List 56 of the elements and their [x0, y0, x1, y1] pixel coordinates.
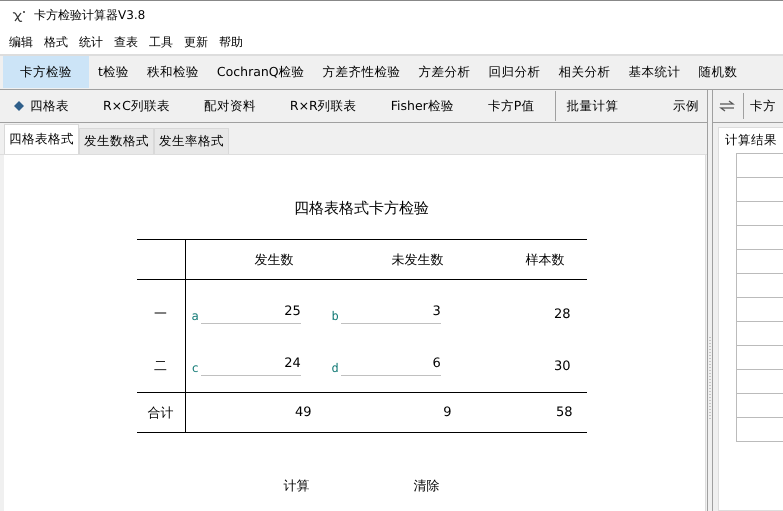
menu-item[interactable]: 更新 — [179, 34, 214, 50]
menu-item[interactable]: 格式 — [39, 34, 74, 50]
results-title: 计算结果 — [724, 131, 778, 149]
sub-tab[interactable]: R×C列联表 — [86, 90, 187, 122]
cell-letter: a — [192, 309, 199, 323]
main-tab[interactable]: 随机数 — [690, 56, 747, 88]
input-field[interactable]: 25 — [200, 304, 301, 324]
column-header: 发生数 — [254, 252, 294, 268]
main-tab[interactable]: 秩和检验 — [138, 56, 208, 88]
column-total: 9 — [443, 405, 452, 420]
cell-letter: d — [332, 361, 339, 375]
menu-item[interactable]: 帮助 — [214, 34, 249, 50]
clear-button[interactable]: 清除 — [402, 475, 452, 497]
format-tab[interactable]: 发生数格式 — [79, 128, 154, 154]
menu-item[interactable]: 统计 — [74, 34, 109, 50]
main-tab[interactable]: 卡方检验 — [3, 56, 89, 88]
main-tab[interactable]: 方差齐性检验 — [314, 56, 410, 88]
column-total: 58 — [556, 405, 572, 420]
window-title: 卡方检验计算器V3.8 — [34, 7, 146, 24]
format-tab[interactable]: 发生率格式 — [154, 128, 229, 154]
main-tab[interactable]: 基本统计 — [620, 56, 690, 88]
row-label: 一 — [154, 306, 167, 323]
example-button[interactable]: 示例 — [667, 90, 707, 122]
chi-square-icon — [12, 8, 26, 22]
diamond-icon — [14, 101, 24, 111]
column-total: 49 — [294, 405, 312, 420]
sub-tab[interactable]: 配对资料 — [186, 90, 273, 122]
column-header: 未发生数 — [392, 252, 444, 268]
cell-letter: b — [332, 309, 339, 323]
column-header: 样本数 — [526, 252, 564, 268]
form-title: 四格表格式卡方检验 — [294, 199, 429, 218]
swap-icon[interactable] — [719, 100, 735, 112]
menu-item[interactable]: 编辑 — [4, 34, 39, 50]
row-total: 30 — [554, 358, 570, 374]
main-tab[interactable]: t检验 — [89, 56, 138, 88]
menu-item[interactable]: 工具 — [144, 34, 179, 50]
row-total: 28 — [554, 306, 570, 322]
input-field[interactable]: 6 — [340, 356, 441, 376]
chi-value-tab[interactable]: 卡方 — [744, 91, 782, 121]
main-tab[interactable]: CochranQ检验 — [208, 56, 314, 88]
sub-tab[interactable]: R×R列联表 — [272, 90, 374, 122]
row-label: 二 — [154, 358, 167, 375]
sub-tab[interactable]: Fisher检验 — [374, 90, 471, 122]
format-tab[interactable]: 四格表格式 — [4, 124, 79, 154]
menu-item[interactable]: 查表 — [109, 34, 144, 50]
batch-button[interactable]: 批量计算 — [560, 90, 624, 122]
main-tab[interactable]: 回归分析 — [480, 56, 550, 88]
main-tab[interactable]: 方差分析 — [410, 56, 480, 88]
total-label: 合计 — [148, 404, 174, 422]
sub-tab[interactable]: 四格表 — [0, 90, 86, 122]
calculate-button[interactable]: 计算 — [272, 475, 322, 497]
sub-tab[interactable]: 卡方P值 — [470, 90, 552, 122]
input-field[interactable]: 3 — [340, 304, 441, 324]
input-field[interactable]: 24 — [200, 356, 301, 376]
main-tab[interactable]: 相关分析 — [550, 56, 620, 88]
cell-letter: c — [192, 361, 199, 375]
